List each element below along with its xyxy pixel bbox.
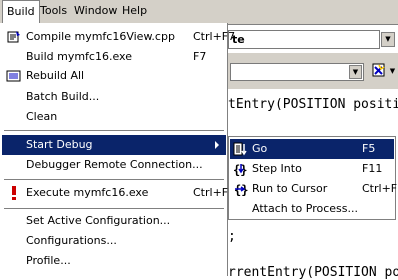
combo-dropdown-arrow[interactable]: ▼ bbox=[381, 32, 395, 47]
menu-help[interactable]: Help bbox=[118, 0, 151, 22]
menu-item-start-debug[interactable]: Start Debug bbox=[2, 135, 226, 155]
toolbar-combo[interactable]: te bbox=[228, 30, 380, 49]
submenu-arrow-icon bbox=[215, 141, 219, 149]
menu-item-execute[interactable]: Execute mymfc16.exe Ctrl+F5 bbox=[2, 183, 235, 203]
submenu-item-step-into[interactable]: {} Step Into F11 bbox=[230, 159, 394, 179]
toolbar-combo-2[interactable] bbox=[230, 63, 364, 81]
menu-tools[interactable]: Tools bbox=[36, 0, 71, 22]
code-line-3: rrentEntry(POSITION pos bbox=[228, 265, 398, 280]
menu-item-label: Clean bbox=[26, 110, 58, 123]
menu-window[interactable]: Window bbox=[70, 0, 121, 22]
submenu-item-run-to-cursor[interactable]: {} Run to Cursor Ctrl+F10 bbox=[230, 179, 398, 199]
menu-item-label: Build mymfc16.exe bbox=[26, 50, 132, 63]
menu-item-label: Start Debug bbox=[26, 138, 93, 151]
menu-item-label: Execute mymfc16.exe bbox=[26, 186, 149, 199]
start-debug-submenu: Go F5 {} Step Into F11 {} Run to Cursor … bbox=[228, 136, 398, 220]
wizard-icon[interactable] bbox=[372, 63, 386, 78]
menu-item-debugger-remote[interactable]: Debugger Remote Connection... bbox=[2, 155, 226, 175]
code-line-2: ; bbox=[228, 229, 236, 244]
menu-item-label: Set Active Configuration... bbox=[26, 214, 171, 227]
menu-separator bbox=[4, 179, 224, 181]
go-icon bbox=[233, 142, 247, 156]
submenu-item-shortcut: F5 bbox=[362, 142, 376, 155]
rebuild-icon bbox=[6, 70, 21, 82]
compile-icon bbox=[7, 31, 20, 43]
submenu-item-label: Attach to Process... bbox=[252, 202, 358, 215]
submenu-item-label: Step Into bbox=[252, 162, 302, 175]
code-line-1: tEntry(POSITION positi bbox=[228, 97, 398, 112]
build-menu: Compile mymfc16View.cpp Ctrl+F7 Build my… bbox=[0, 23, 235, 276]
submenu-item-go[interactable]: Go F5 bbox=[230, 139, 394, 159]
menu-item-configurations[interactable]: Configurations... bbox=[2, 231, 226, 251]
submenu-item-shortcut: F11 bbox=[362, 162, 383, 175]
submenu-item-label: Run to Cursor bbox=[252, 182, 328, 195]
menu-build[interactable]: Build bbox=[2, 0, 40, 23]
menu-item-label: Debugger Remote Connection... bbox=[26, 158, 203, 171]
menu-item-label: Configurations... bbox=[26, 234, 117, 247]
menu-item-clean[interactable]: Clean bbox=[2, 107, 226, 127]
menu-item-rebuild-all[interactable]: Rebuild All bbox=[2, 66, 226, 86]
menu-item-compile[interactable]: Compile mymfc16View.cpp Ctrl+F7 bbox=[2, 27, 235, 47]
submenu-item-attach-process[interactable]: Attach to Process... bbox=[230, 199, 394, 219]
submenu-item-shortcut: Ctrl+F10 bbox=[362, 182, 398, 195]
combo-2-dropdown-arrow[interactable]: ▼ bbox=[349, 65, 362, 79]
menu-bar: Build Tools Window Help bbox=[0, 0, 398, 25]
menu-item-batch-build[interactable]: Batch Build... bbox=[2, 87, 226, 107]
menu-item-label: Batch Build... bbox=[26, 90, 100, 103]
menu-separator bbox=[4, 130, 224, 132]
menu-item-label: Compile mymfc16View.cpp bbox=[26, 30, 175, 43]
menu-item-shortcut: F7 bbox=[193, 50, 207, 63]
run-to-cursor-icon: {} bbox=[234, 183, 248, 196]
menu-item-profile[interactable]: Profile... bbox=[2, 251, 226, 271]
submenu-item-label: Go bbox=[252, 142, 268, 155]
step-into-icon: {} bbox=[233, 163, 247, 176]
menu-item-label: Rebuild All bbox=[26, 69, 85, 82]
menu-item-shortcut: Ctrl+F7 bbox=[193, 30, 236, 43]
menu-item-set-active-config[interactable]: Set Active Configuration... bbox=[2, 211, 226, 231]
menu-separator bbox=[4, 208, 224, 210]
execute-icon bbox=[12, 186, 16, 200]
menu-item-build[interactable]: Build mymfc16.exe F7 bbox=[2, 47, 226, 67]
wizard-dropdown-arrow[interactable]: ▼ bbox=[388, 65, 397, 77]
menu-item-label: Profile... bbox=[26, 254, 71, 267]
